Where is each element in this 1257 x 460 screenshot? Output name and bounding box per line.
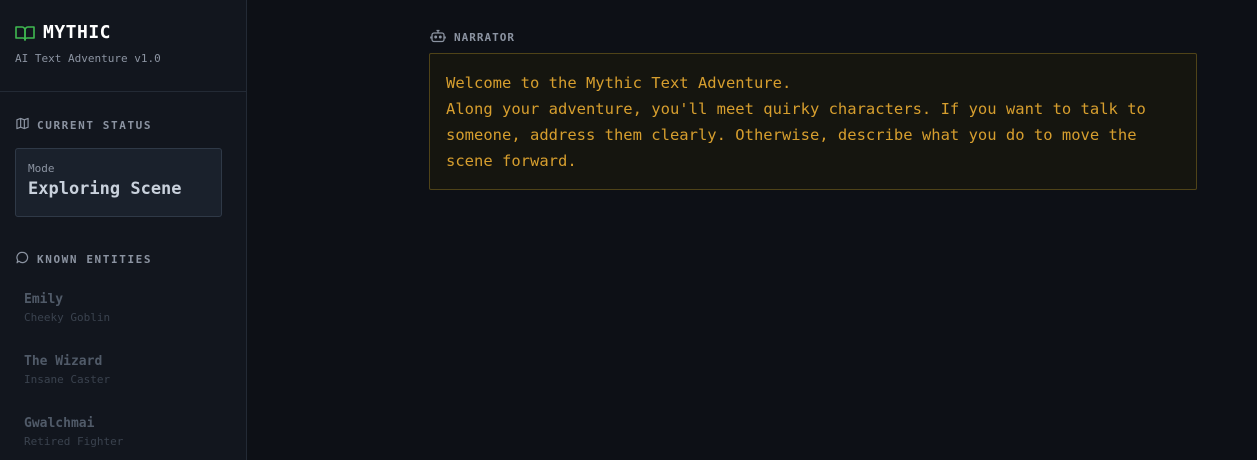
chat-bubble-icon [16,251,29,267]
brand-row: MYTHIC [15,22,231,43]
app-title: MYTHIC [43,22,112,43]
narrator-message: Welcome to the Mythic Text Adventure. Al… [429,53,1197,190]
book-icon [15,25,35,41]
entity-name: Emily [24,292,64,307]
entity-item[interactable]: Emily Cheeky Goblin [24,292,110,324]
brand-header: MYTHIC AI Text Adventure v1.0 [0,0,246,92]
known-entities-label: KNOWN ENTITIES [37,252,153,266]
main-panel: NARRATOR Welcome to the Mythic Text Adve… [247,0,1257,460]
narrator-label: NARRATOR [454,31,515,44]
entity-name: The Wizard [24,354,103,369]
robot-icon [430,29,446,46]
narrator-line: Welcome to the Mythic Text Adventure. [446,74,792,92]
known-entities-heading: KNOWN ENTITIES [16,251,152,267]
map-icon [16,117,29,133]
entity-role: Insane Caster [24,373,111,386]
entity-role: Retired Fighter [24,435,124,448]
mode-card: Mode Exploring Scene [15,148,222,217]
entity-name: Gwalchmai [24,416,95,431]
current-status-heading: CURRENT STATUS [16,117,152,133]
app-subtitle: AI Text Adventure v1.0 [15,52,161,65]
narrator-line: Along your adventure, you'll meet quirky… [446,100,1146,170]
app-root: MYTHIC AI Text Adventure v1.0 CURRENT ST… [0,0,1257,460]
entity-item[interactable]: The Wizard Insane Caster [24,354,110,386]
entity-role: Cheeky Goblin [24,311,111,324]
entity-item[interactable]: Gwalchmai Retired Fighter [24,416,123,448]
narrator-heading: NARRATOR [430,29,515,46]
current-status-label: CURRENT STATUS [37,118,153,132]
mode-value: Exploring Scene [28,179,182,199]
sidebar: MYTHIC AI Text Adventure v1.0 CURRENT ST… [0,0,247,460]
mode-label: Mode [28,162,55,175]
